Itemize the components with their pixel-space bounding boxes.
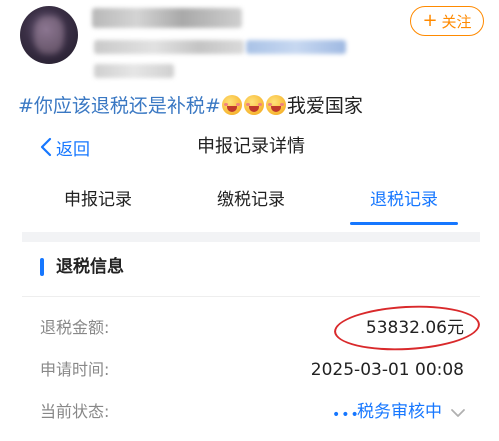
refund-amount-label: 退税金额:: [40, 318, 110, 337]
face-blowing-kiss-emoji: [243, 95, 264, 115]
nav-bar: 返回 申报记录详情: [22, 122, 480, 172]
active-tab-indicator: [350, 222, 458, 225]
apply-time-label: 申请时间:: [40, 360, 110, 379]
apply-time-value: 2025-03-01 00:08: [310, 360, 464, 380]
plus-icon: +: [422, 10, 438, 31]
tab-payment-records[interactable]: 缴税记录: [174, 172, 328, 232]
section-accent-bar: [40, 258, 44, 276]
blurred-device-info: [246, 40, 346, 54]
section-divider: [22, 296, 480, 297]
face-blowing-kiss-emoji: [265, 95, 286, 115]
tab-declaration-records[interactable]: 申报记录: [22, 172, 174, 232]
blurred-username: [92, 8, 242, 28]
blurred-extra-meta: [94, 64, 174, 78]
follow-label: 关注: [441, 12, 472, 31]
status-dots-icon: •••: [332, 407, 360, 423]
follow-button[interactable]: + 关注: [410, 6, 484, 36]
avatar[interactable]: [20, 6, 78, 64]
page-title: 申报记录详情: [197, 136, 305, 157]
section-title: 退税信息: [56, 257, 124, 277]
blurred-post-meta: [94, 40, 244, 54]
chevron-down-icon[interactable]: [450, 406, 466, 420]
face-blowing-kiss-emoji: [221, 95, 242, 115]
embedded-screenshot: 返回 申报记录详情 申报记录 缴税记录 退税记录 退税信息 退税金额: 5383…: [22, 122, 480, 441]
hashtag-link[interactable]: #你应该退税还是补税#: [18, 95, 221, 117]
post-tail-text: 我爱国家: [286, 95, 363, 117]
post-text: #你应该退税还是补税# 我爱国家: [18, 92, 363, 120]
post-header: + 关注: [0, 0, 499, 92]
current-status-label: 当前状态:: [40, 402, 110, 421]
current-status-value[interactable]: 税务审核中: [357, 400, 442, 424]
